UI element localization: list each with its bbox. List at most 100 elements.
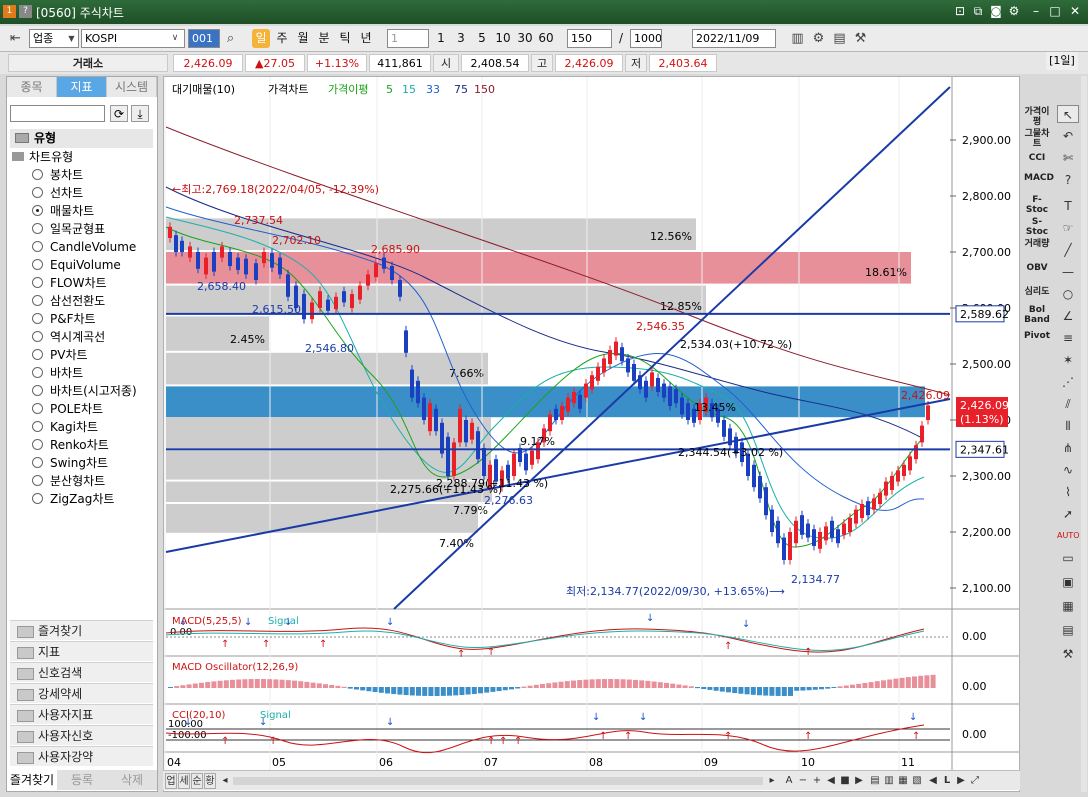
chart-type-item[interactable]: 봉차트 <box>32 166 83 184</box>
period-year-button[interactable]: 년 <box>357 29 375 48</box>
date-input[interactable]: 2022/11/09 <box>692 29 776 48</box>
mode-se-button[interactable]: 세 <box>178 773 190 789</box>
wave-icon[interactable]: ∿ <box>1057 461 1079 479</box>
radio-icon[interactable] <box>32 439 43 450</box>
close-icon[interactable]: ✕ <box>1067 3 1083 19</box>
indicator-shortcut[interactable]: CCI <box>1024 153 1050 163</box>
prev-symbol-icon[interactable]: ⇤ <box>6 29 25 48</box>
back-icon[interactable]: ◀ <box>927 773 939 789</box>
tools-icon[interactable]: ⚒ <box>851 29 870 48</box>
indicator-shortcut[interactable]: 그물차트 <box>1024 129 1050 149</box>
hand-icon[interactable]: ☞ <box>1057 219 1079 237</box>
stop-icon[interactable]: ■ <box>839 773 851 789</box>
eraser-icon[interactable]: ✄ <box>1057 149 1079 167</box>
indicator-search-input[interactable] <box>10 105 105 122</box>
last-icon[interactable]: L <box>941 773 953 789</box>
chart-type-icon[interactable]: ▥ <box>788 29 807 48</box>
tab-symbol[interactable]: 종목 <box>7 77 57 97</box>
zoom-text-icon[interactable]: A <box>783 773 795 789</box>
chart-type-item[interactable]: 바차트(시고저종) <box>32 382 137 400</box>
layout4-icon[interactable]: ▧ <box>911 773 923 789</box>
tab-system[interactable]: 시스템 <box>107 77 157 97</box>
grid-icon[interactable]: ▤ <box>1057 621 1079 639</box>
indicator-shortcut[interactable]: S-Stoc <box>1024 217 1050 237</box>
period-day-button[interactable]: 일 <box>252 29 270 48</box>
quick-60-button[interactable]: 60 <box>537 29 555 48</box>
play-icon[interactable]: ▶ <box>853 773 865 789</box>
angle-icon[interactable]: ∠ <box>1057 307 1079 325</box>
group-folder[interactable]: 사용자지표 <box>10 704 153 724</box>
indicator-shortcut[interactable]: OBV <box>1024 263 1050 273</box>
circle-icon[interactable]: ○ <box>1057 285 1079 303</box>
copy-icon[interactable]: ⧉ <box>970 3 986 19</box>
chart-type-item[interactable]: FLOW차트 <box>32 274 107 292</box>
horizontal-scrollbar[interactable] <box>233 777 763 785</box>
chart-type-item[interactable]: Swing차트 <box>32 454 108 472</box>
config-icon[interactable]: ⚙ <box>809 29 828 48</box>
shrink-icon[interactable]: − <box>797 773 809 789</box>
total-input[interactable]: 1000 <box>630 29 662 48</box>
chart-type-item[interactable]: 바차트 <box>32 364 83 382</box>
radio-icon[interactable] <box>32 331 43 342</box>
andrews-icon[interactable]: ⋔ <box>1057 439 1079 457</box>
channel-icon[interactable]: ⫽ <box>1057 395 1079 413</box>
type-section-header[interactable]: 유형 <box>10 129 153 148</box>
interval-select[interactable]: 1 <box>387 29 429 48</box>
chart-type-item[interactable]: CandleVolume <box>32 238 136 256</box>
chart-type-item[interactable]: 분산형차트 <box>32 472 105 490</box>
radio-icon[interactable] <box>32 475 43 486</box>
line-icon[interactable]: ╱ <box>1057 241 1079 259</box>
expand-icon[interactable]: + <box>811 773 823 789</box>
chart-type-item[interactable]: 선차트 <box>32 184 83 202</box>
layout1-icon[interactable]: ▤ <box>869 773 881 789</box>
radio-icon[interactable] <box>32 313 43 324</box>
radio-icon[interactable] <box>32 349 43 360</box>
help-icon[interactable]: ? <box>19 5 32 18</box>
register-button[interactable]: 등록 <box>57 770 107 790</box>
indicator-shortcut[interactable]: 가격이평 <box>1024 107 1050 127</box>
scale-icon[interactable]: ⤢ <box>969 773 981 789</box>
period-tick-button[interactable]: 틱 <box>336 29 354 48</box>
mode-up-button[interactable]: 업 <box>165 773 177 789</box>
chart-type-item[interactable]: Kagi차트 <box>32 418 98 436</box>
quick-3-button[interactable]: 3 <box>454 29 468 48</box>
camera-icon[interactable]: ◙ <box>988 3 1004 19</box>
question-icon[interactable]: ? <box>1057 171 1079 189</box>
radio-icon[interactable] <box>32 385 43 396</box>
right-scrollbar[interactable] <box>1081 76 1087 792</box>
wrench-icon[interactable]: ⚒ <box>1057 645 1079 663</box>
panel-icon[interactable]: ▣ <box>1057 573 1079 591</box>
window-number-icon[interactable]: 1 <box>3 5 16 18</box>
indicator-shortcut[interactable]: Pivot <box>1024 331 1050 341</box>
undo-icon[interactable]: ↶ <box>1057 127 1079 145</box>
chart-type-item[interactable]: P&F차트 <box>32 310 96 328</box>
group-folder[interactable]: 지표 <box>10 641 153 661</box>
indicator-shortcut[interactable]: MACD <box>1024 173 1054 183</box>
delete-button[interactable]: 삭제 <box>107 770 157 790</box>
indicator-shortcut[interactable]: Bol Band <box>1024 305 1050 325</box>
indicator-shortcut[interactable]: 심리도 <box>1024 287 1050 297</box>
chart-type-item[interactable]: POLE차트 <box>32 400 103 418</box>
prev-icon[interactable]: ◀ <box>825 773 837 789</box>
chart-type-item[interactable]: 역시계곡선 <box>32 328 105 346</box>
radio-icon[interactable] <box>32 457 43 468</box>
tab-indicator[interactable]: 지표 <box>57 77 107 97</box>
radio-icon[interactable] <box>32 421 43 432</box>
settings-icon[interactable]: ⚙ <box>1006 3 1022 19</box>
market-dropdown-icon[interactable]: ▼ <box>64 29 79 48</box>
maximize-icon[interactable]: □ <box>1047 3 1063 19</box>
code-field[interactable]: 001 <box>188 29 220 48</box>
window-icon[interactable]: ▭ <box>1057 549 1079 567</box>
period-week-button[interactable]: 주 <box>273 29 291 48</box>
group-folder[interactable]: 사용자강약 <box>10 746 153 766</box>
mode-hwang-button[interactable]: 황 <box>204 773 216 789</box>
refresh-icon[interactable]: ⟳ <box>110 105 128 122</box>
radio-icon[interactable] <box>32 403 43 414</box>
chart-type-item[interactable]: 매물차트 <box>32 202 94 220</box>
symbol-dropdown-icon[interactable]: ∨ <box>166 29 184 48</box>
gann-icon[interactable]: ✶ <box>1057 351 1079 369</box>
group-folder[interactable]: 즐겨찾기 <box>10 620 153 640</box>
chart-type-item[interactable]: ZigZag차트 <box>32 490 114 508</box>
chart-type-item[interactable]: PV차트 <box>32 346 88 364</box>
chart-area[interactable]: 12.56% 18.61% 12.85% 2.45% 7.66% 7.79% 7.40% 04… <box>163 76 1020 792</box>
